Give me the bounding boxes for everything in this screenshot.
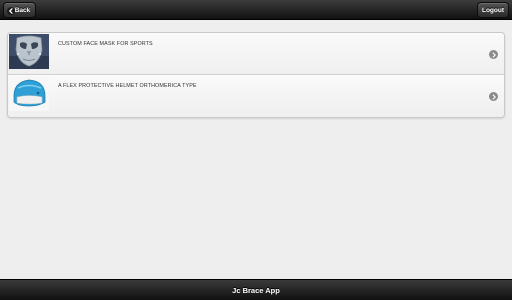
list-item-label: A FLEX PROTECTIVE HELMET ORTHOMERICA TYP… bbox=[58, 83, 197, 89]
back-button[interactable]: Back bbox=[3, 2, 36, 18]
app-title: Jc Brace App bbox=[232, 285, 280, 295]
product-list: CUSTOM FACE MASK FOR SPORTS A FLEX PROTE… bbox=[7, 32, 505, 118]
helmet-image bbox=[9, 76, 49, 111]
list-item[interactable]: CUSTOM FACE MASK FOR SPORTS bbox=[8, 33, 504, 75]
list-item-label: CUSTOM FACE MASK FOR SPORTS bbox=[58, 41, 153, 47]
list-item[interactable]: A FLEX PROTECTIVE HELMET ORTHOMERICA TYP… bbox=[8, 75, 504, 117]
face-mask-image bbox=[9, 34, 49, 69]
logout-button-label: Logout bbox=[481, 6, 505, 14]
arrow-left-icon bbox=[7, 6, 15, 15]
back-button-label: Back bbox=[14, 6, 31, 14]
logout-button[interactable]: Logout bbox=[477, 2, 509, 18]
footer-bar: Jc Brace App bbox=[0, 279, 512, 300]
chevron-right-icon bbox=[489, 92, 498, 101]
header-bar: Back Logout bbox=[0, 0, 512, 20]
chevron-right-icon bbox=[489, 50, 498, 59]
